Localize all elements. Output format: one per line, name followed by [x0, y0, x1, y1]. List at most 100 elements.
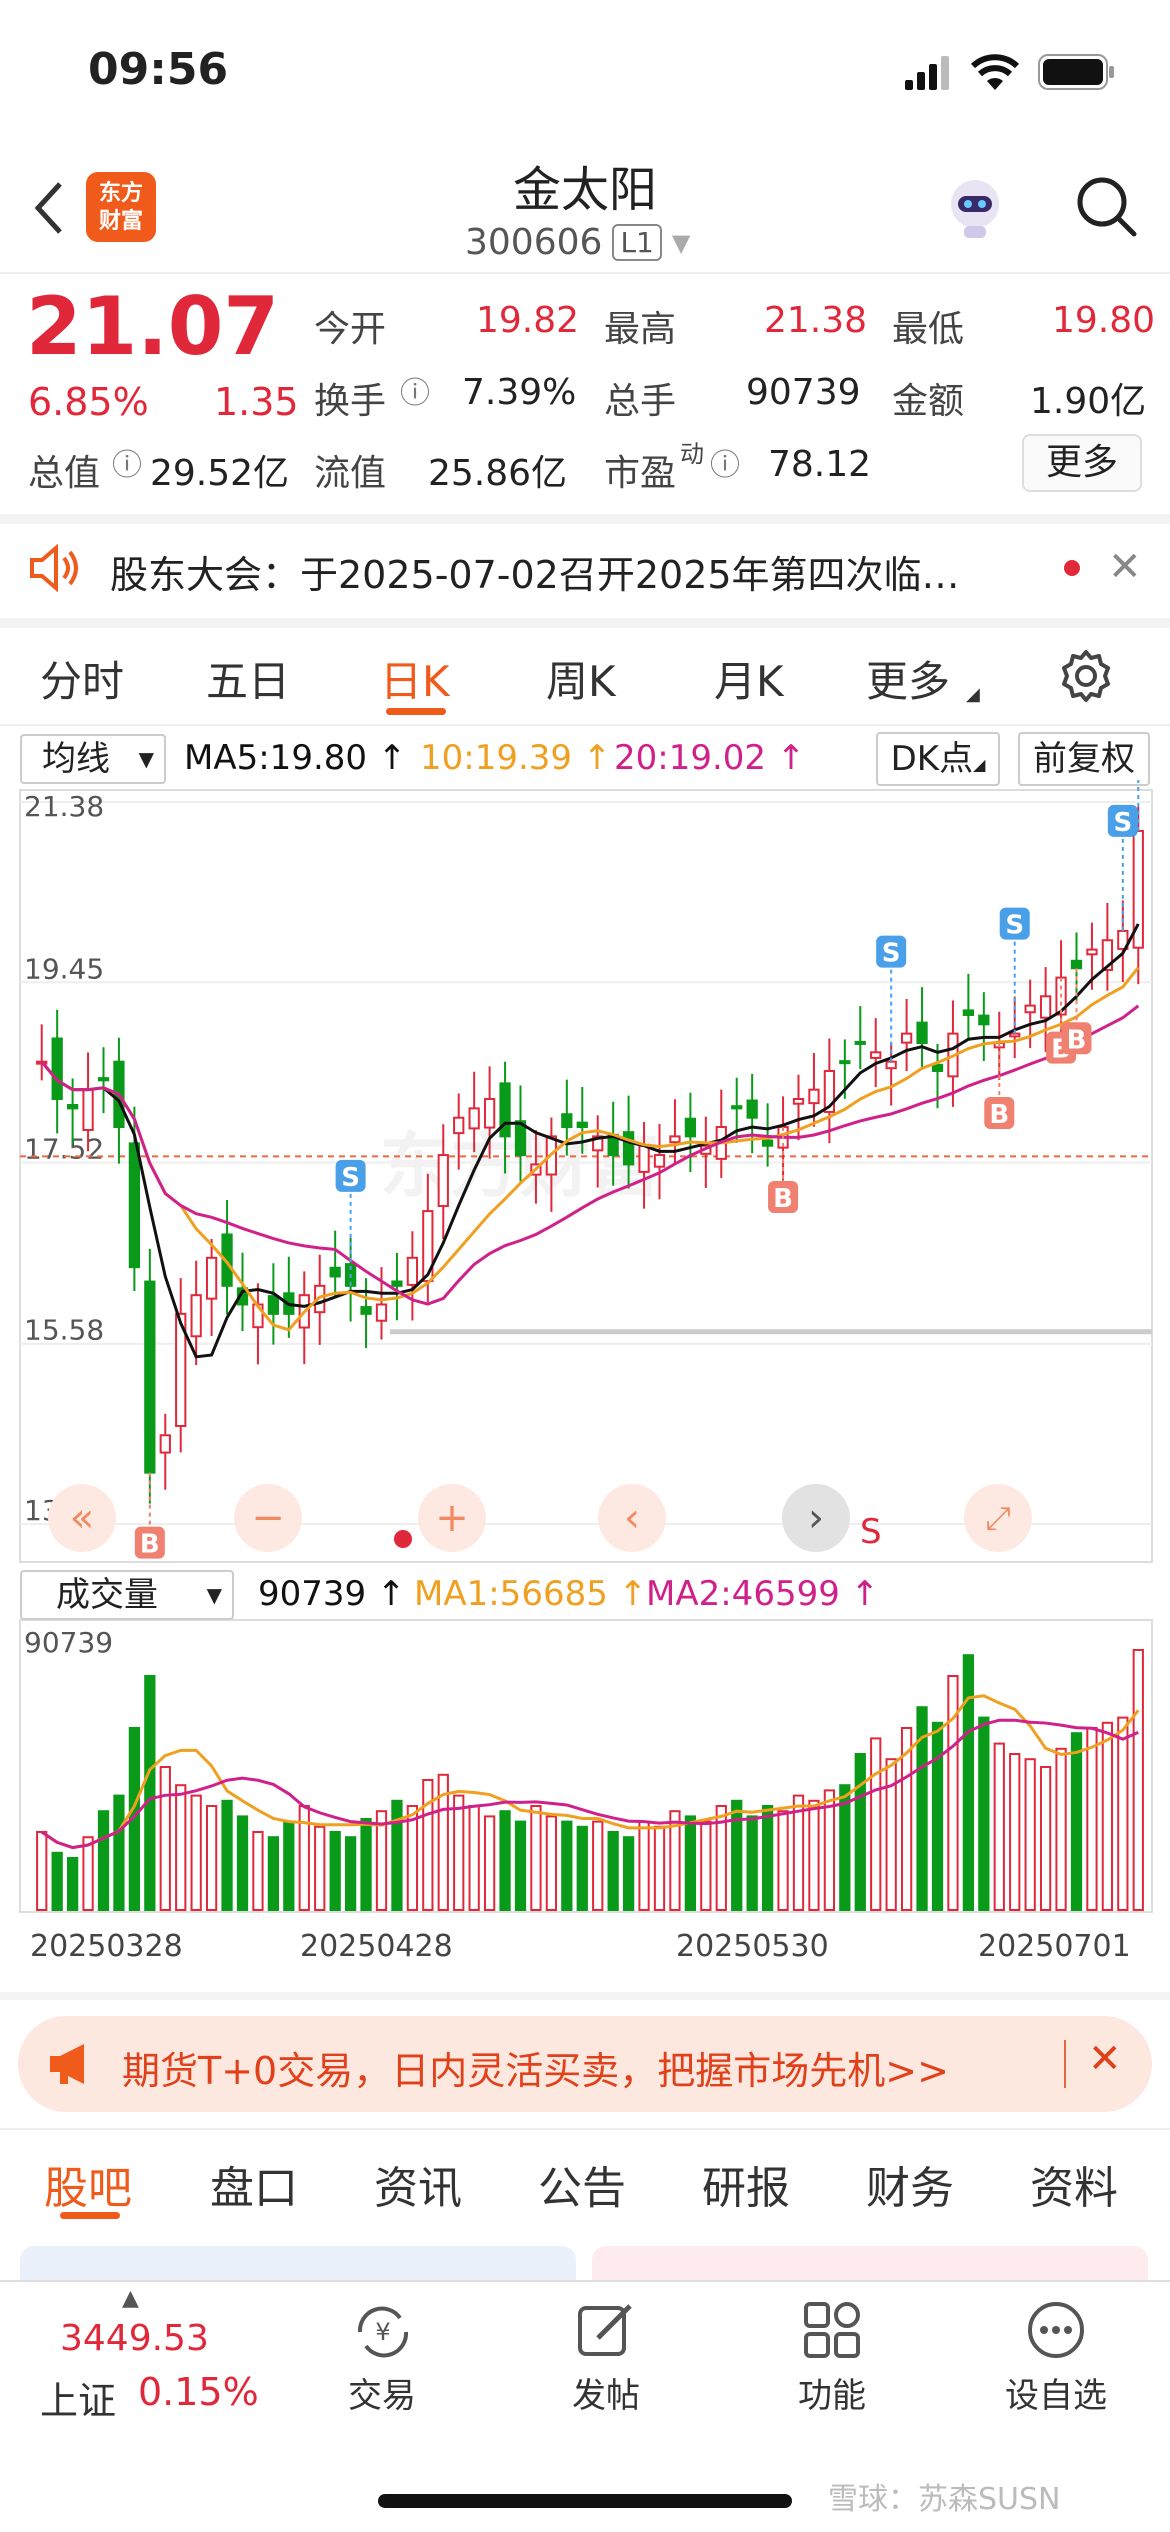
zoom-out-button[interactable]: −	[234, 1484, 302, 1552]
signal-text: B	[773, 1184, 793, 1214]
volume-bar	[761, 1805, 774, 1911]
close-icon[interactable]: ✕	[1088, 2036, 1122, 2082]
volume-bar	[468, 1805, 480, 1911]
robot-assistant-icon[interactable]	[940, 172, 1010, 242]
vol-ma2-value: MA2:46599	[646, 1574, 840, 1614]
signal-text: S	[1005, 911, 1024, 941]
volume-bar	[221, 1799, 233, 1912]
candle-body	[900, 1032, 913, 1044]
zoom-in-button[interactable]: +	[418, 1484, 486, 1552]
tab-more[interactable]: 更多	[866, 648, 950, 709]
candle-body	[684, 1117, 697, 1138]
speaker-icon	[26, 540, 82, 596]
search-icon[interactable]	[1072, 172, 1142, 242]
divider	[0, 724, 1170, 726]
fullscreen-button[interactable]: ⤢	[964, 1484, 1032, 1552]
divider	[0, 618, 1170, 628]
volume-bar	[97, 1810, 110, 1911]
volume-bar	[283, 1820, 295, 1911]
volume-bar	[499, 1810, 511, 1911]
info-icon[interactable]: ⓘ	[710, 440, 740, 484]
indicator-select[interactable]: 均线 ▼	[20, 734, 166, 784]
functions-icon[interactable]	[800, 2298, 864, 2362]
trade-label[interactable]: 交易	[302, 2368, 462, 2417]
divider	[0, 2128, 1170, 2130]
ma10-label: 10:19.39 ↑	[420, 738, 612, 778]
tab-pankou[interactable]: 盘口	[210, 2152, 298, 2216]
low-label: 最低	[892, 309, 965, 350]
candle-body	[839, 1060, 851, 1065]
tab-monthly-k[interactable]: 月K	[714, 648, 784, 709]
candle-body	[66, 1103, 79, 1110]
index-value[interactable]: 3449.53	[60, 2318, 209, 2359]
candle-body	[468, 1107, 480, 1130]
tab-news[interactable]: 资讯	[374, 2152, 462, 2216]
dk-point-label: DK点	[890, 739, 974, 779]
tab-guba[interactable]: 股吧	[44, 2152, 132, 2216]
info-icon[interactable]: ⓘ	[400, 368, 430, 412]
candle-body	[1070, 959, 1083, 970]
close-icon[interactable]: ✕	[1108, 544, 1142, 590]
settings-gear-icon[interactable]	[1058, 648, 1114, 704]
last-price: 21.07	[26, 280, 280, 373]
tab-weekly-k[interactable]: 周K	[546, 648, 616, 709]
rewind-button[interactable]: «	[48, 1484, 116, 1552]
candle-body	[854, 1040, 866, 1045]
unread-dot	[1064, 560, 1080, 576]
volume-bar	[267, 1836, 280, 1911]
volume-bar	[344, 1836, 357, 1911]
volume-bar	[854, 1753, 866, 1911]
volume-select[interactable]: 成交量 ▼	[20, 1570, 234, 1620]
volume-bar	[360, 1818, 372, 1911]
scroll-left-button[interactable]: ‹	[598, 1484, 666, 1552]
chevron-down-icon[interactable]: ▼	[672, 229, 690, 257]
signal-s-label: S	[860, 1512, 882, 1552]
tab-profile[interactable]: 资料	[1030, 2152, 1118, 2216]
volume-bar	[1132, 1649, 1144, 1911]
vol-ma2-label: MA2:46599 ↑	[646, 1574, 880, 1614]
date-axis-label: 20250530	[676, 1929, 829, 1964]
change-pct: 6.85%	[28, 380, 149, 424]
candle-body	[360, 1306, 372, 1315]
promo-banner[interactable]: 期货T+0交易，日内灵活买卖，把握市场先机>> ✕	[18, 2016, 1152, 2112]
candle-body	[931, 1063, 944, 1072]
candle-body	[205, 1256, 218, 1300]
trade-icon[interactable]: ¥	[348, 2300, 418, 2364]
candle-body	[576, 1121, 588, 1129]
candle-body	[978, 1014, 990, 1026]
post-label[interactable]: 发帖	[526, 2368, 686, 2417]
kline-chart[interactable]: 21.3819.4517.5215.5813.65东方财富90739BSBSBS…	[0, 780, 1170, 2000]
notice-text[interactable]: 股东大会：于2025-07-02召开2025年第四次临…	[110, 544, 960, 599]
amount-value: 1.90亿	[1030, 381, 1147, 422]
scroll-right-button[interactable]: ›	[782, 1484, 850, 1552]
candle-body	[82, 1088, 94, 1131]
volume-bar	[483, 1815, 496, 1912]
vol-ma1-value: MA1:56685	[414, 1574, 608, 1614]
volume-bar	[36, 1831, 48, 1911]
candle-body	[375, 1303, 388, 1322]
date-axis-label: 20250701	[978, 1929, 1131, 1964]
tab-intraday[interactable]: 分时	[40, 648, 124, 709]
status-time: 09:56	[88, 44, 229, 95]
volume-bar	[144, 1675, 156, 1911]
tab-daily-k[interactable]: 日K	[380, 648, 450, 709]
info-icon[interactable]: ⓘ	[112, 440, 142, 484]
active-tab-indicator	[60, 2212, 120, 2219]
add-watchlist-label[interactable]: 设自选	[976, 2368, 1136, 2417]
tab-research[interactable]: 研报	[702, 2152, 790, 2216]
tab-five-day[interactable]: 五日	[206, 648, 290, 709]
high-label: 最高	[604, 309, 677, 350]
tab-finance[interactable]: 财务	[866, 2152, 954, 2216]
post-icon[interactable]	[574, 2298, 638, 2362]
forward-adjust-button[interactable]: 前复权	[1018, 732, 1150, 786]
dk-point-button[interactable]: DK点◢	[876, 732, 1000, 786]
add-watchlist-icon[interactable]	[1024, 2298, 1088, 2362]
price-axis-label: 21.38	[24, 790, 104, 823]
functions-label[interactable]: 功能	[752, 2368, 912, 2417]
candle-body	[267, 1295, 280, 1315]
tab-announcements[interactable]: 公告	[538, 2152, 626, 2216]
signal-text: S	[882, 939, 901, 969]
more-button[interactable]: 更多	[1022, 434, 1142, 492]
turnover-value: 7.39%	[462, 372, 577, 413]
candle-body	[622, 1131, 635, 1166]
